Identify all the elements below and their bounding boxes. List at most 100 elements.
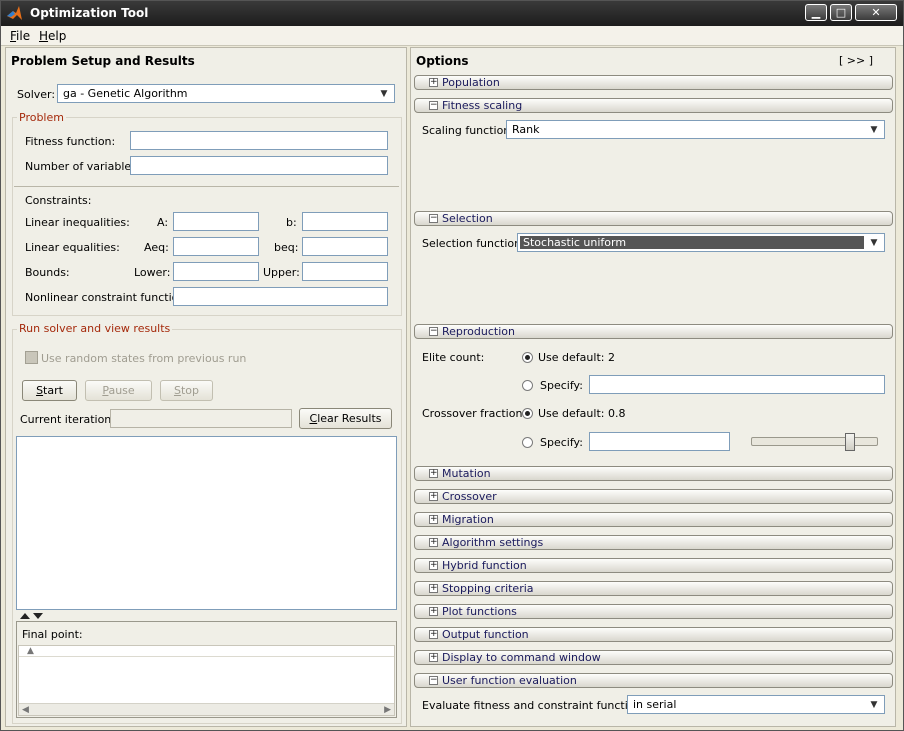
- scaling-function-select[interactable]: Rank ▼: [506, 120, 885, 139]
- solver-value: ga - Genetic Algorithm: [63, 87, 188, 100]
- menu-bar: File Help: [1, 26, 903, 46]
- upper-bound-input[interactable]: [302, 262, 388, 281]
- beq-label: beq:: [274, 241, 299, 254]
- selection-function-select[interactable]: Stochastic uniform ▼: [517, 233, 885, 252]
- problem-setup-panel: Problem Setup and Results Solver: ga - G…: [5, 47, 407, 727]
- final-point-table[interactable]: ▲ ◀ ▶: [18, 645, 395, 716]
- section-user-function-evaluation[interactable]: − User function evaluation: [414, 673, 893, 688]
- pause-button[interactable]: Pause: [85, 380, 152, 401]
- problem-setup-title: Problem Setup and Results: [11, 54, 195, 68]
- chevron-down-icon: ▼: [870, 700, 878, 710]
- slider-thumb[interactable]: [844, 433, 855, 451]
- solver-label: Solver:: [17, 88, 56, 101]
- elite-default-radio[interactable]: [522, 352, 533, 363]
- crossover-specify-label: Specify:: [540, 436, 583, 449]
- random-states-checkbox[interactable]: [25, 351, 38, 364]
- section-fitness-scaling[interactable]: − Fitness scaling: [414, 98, 893, 113]
- current-iteration-field: [110, 409, 292, 428]
- elite-specify-label: Specify:: [540, 379, 583, 392]
- expand-icon: +: [429, 514, 438, 524]
- section-plot-functions[interactable]: + Plot functions: [414, 604, 893, 619]
- section-stopping-criteria[interactable]: + Stopping criteria: [414, 581, 893, 596]
- run-solver-heading: Run solver and view results: [17, 322, 173, 335]
- minimize-button[interactable]: ▁: [805, 4, 827, 21]
- optimization-tool-window: Optimization Tool ▁ □ ✕ File Help Proble…: [0, 0, 904, 731]
- section-population[interactable]: + Population: [414, 75, 893, 90]
- menu-help[interactable]: Help: [39, 29, 66, 43]
- close-button[interactable]: ✕: [855, 4, 897, 21]
- title-bar[interactable]: Optimization Tool ▁ □ ✕: [1, 1, 903, 26]
- horizontal-scrollbar[interactable]: ◀ ▶: [19, 703, 394, 715]
- selection-function-label: Selection function:: [422, 237, 525, 250]
- upper-label: Upper:: [263, 266, 300, 279]
- problem-heading: Problem: [17, 111, 66, 124]
- current-iteration-label: Current iteration:: [20, 413, 115, 426]
- beq-input[interactable]: [302, 237, 388, 256]
- lower-bound-input[interactable]: [173, 262, 259, 281]
- expand-icon: +: [429, 606, 438, 616]
- expand-icon: +: [429, 468, 438, 478]
- section-algorithm-settings[interactable]: + Algorithm settings: [414, 535, 893, 550]
- bounds-label: Bounds:: [25, 266, 70, 279]
- scroll-right-icon[interactable]: ▶: [384, 705, 391, 715]
- expand-icon: +: [429, 652, 438, 662]
- section-crossover[interactable]: + Crossover: [414, 489, 893, 504]
- collapse-icon: −: [429, 100, 438, 110]
- chevron-down-icon: ▼: [870, 125, 878, 135]
- scroll-left-icon[interactable]: ◀: [22, 705, 29, 715]
- section-migration[interactable]: + Migration: [414, 512, 893, 527]
- expand-icon: +: [429, 629, 438, 639]
- aeq-label: Aeq:: [144, 241, 169, 254]
- expand-icon: +: [429, 491, 438, 501]
- stop-button[interactable]: Stop: [160, 380, 213, 401]
- start-button[interactable]: Start: [22, 380, 77, 401]
- evaluate-functions-label: Evaluate fitness and constraint function…: [422, 699, 651, 712]
- linear-equalities-label: Linear equalities:: [25, 241, 120, 254]
- section-selection[interactable]: − Selection: [414, 211, 893, 226]
- clear-results-button[interactable]: Clear Results: [299, 408, 392, 429]
- results-text-area[interactable]: [16, 436, 397, 610]
- chevron-down-icon: ▼: [380, 89, 388, 99]
- number-of-variables-label: Number of variables:: [25, 160, 141, 173]
- linear-inequalities-label: Linear inequalities:: [25, 216, 130, 229]
- menu-file[interactable]: File: [10, 29, 30, 43]
- expand-options-button[interactable]: [ >> ]: [839, 54, 873, 67]
- crossover-fraction-slider[interactable]: [751, 437, 878, 446]
- scaling-function-label: Scaling function:: [422, 124, 514, 137]
- collapse-icon: −: [429, 326, 438, 336]
- expand-icon: +: [429, 583, 438, 593]
- solver-select[interactable]: ga - Genetic Algorithm ▼: [57, 84, 395, 103]
- expand-icon: +: [429, 560, 438, 570]
- section-mutation[interactable]: + Mutation: [414, 466, 893, 481]
- crossover-default-radio[interactable]: [522, 408, 533, 419]
- maximize-button[interactable]: □: [830, 4, 852, 21]
- matlab-logo-icon: [7, 6, 22, 20]
- section-display-to-command-window[interactable]: + Display to command window: [414, 650, 893, 665]
- section-reproduction[interactable]: − Reproduction: [414, 324, 893, 339]
- section-hybrid-function[interactable]: + Hybrid function: [414, 558, 893, 573]
- crossover-specify-radio[interactable]: [522, 437, 533, 448]
- crossover-fraction-label: Crossover fraction:: [422, 407, 527, 420]
- aeq-input[interactable]: [173, 237, 259, 256]
- nonlinear-constraint-input[interactable]: [173, 287, 388, 306]
- options-panel: Options [ >> ] + Population − Fitness sc…: [410, 47, 896, 727]
- lower-label: Lower:: [134, 266, 171, 279]
- a-label: A:: [157, 216, 169, 229]
- constraints-label: Constraints:: [25, 194, 92, 207]
- expand-icon: +: [429, 77, 438, 87]
- elite-specify-input[interactable]: [589, 375, 885, 394]
- evaluate-functions-select[interactable]: in serial ▼: [627, 695, 885, 714]
- b-label: b:: [286, 216, 297, 229]
- splitter-arrows-icon[interactable]: [19, 612, 45, 620]
- sort-up-icon: ▲: [27, 646, 34, 656]
- fitness-function-label: Fitness function:: [25, 135, 116, 148]
- elite-specify-radio[interactable]: [522, 380, 533, 391]
- a-input[interactable]: [173, 212, 259, 231]
- fitness-function-input[interactable]: [130, 131, 388, 150]
- b-input[interactable]: [302, 212, 388, 231]
- crossover-specify-input[interactable]: [589, 432, 730, 451]
- number-of-variables-input[interactable]: [130, 156, 388, 175]
- window-title: Optimization Tool: [30, 6, 149, 20]
- section-output-function[interactable]: + Output function: [414, 627, 893, 642]
- options-title: Options: [416, 54, 469, 68]
